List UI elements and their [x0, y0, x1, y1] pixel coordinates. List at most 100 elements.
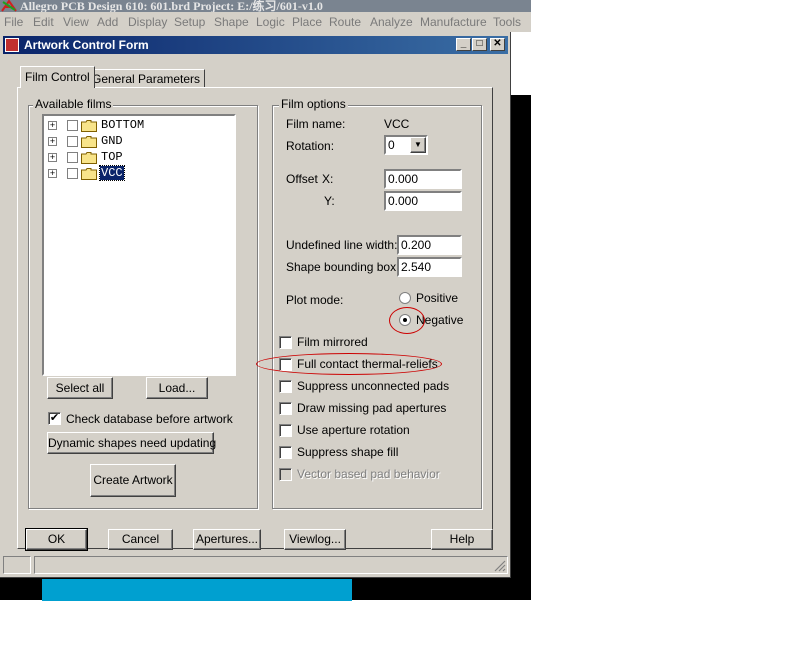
- check-database-checkbox[interactable]: ✔: [48, 412, 61, 425]
- help-button[interactable]: Help: [431, 529, 493, 550]
- tree-item-label-selected: VCC: [99, 165, 125, 181]
- tree-checkbox[interactable]: [67, 136, 78, 147]
- menu-manufacture[interactable]: Manufacture: [420, 15, 487, 29]
- positive-radio[interactable]: [399, 292, 411, 304]
- dialog-title-bar[interactable]: Artwork Control Form _ □ ✕: [3, 36, 508, 54]
- use-aperture-rotation-checkbox[interactable]: [279, 424, 292, 437]
- films-tree[interactable]: + BOTTOM + GND + TOP + VCC: [42, 114, 236, 376]
- resize-grip-icon[interactable]: [494, 560, 506, 572]
- menu-tools[interactable]: Tools: [493, 15, 521, 29]
- select-all-button[interactable]: Select all: [47, 377, 113, 399]
- menu-display[interactable]: Display: [128, 15, 167, 29]
- tab-film-control[interactable]: Film Control: [20, 66, 95, 88]
- draw-missing-pad-apertures-checkbox[interactable]: [279, 402, 292, 415]
- suppress-unconnected-pads-label: Suppress unconnected pads: [297, 379, 450, 393]
- undefined-line-width-input[interactable]: [397, 235, 462, 255]
- offset-label: Offset: [286, 172, 318, 186]
- shape-bounding-box-input[interactable]: [397, 257, 462, 277]
- canvas-right-strip: [511, 95, 531, 600]
- menu-analyze[interactable]: Analyze: [370, 15, 413, 29]
- undefined-line-width-label: Undefined line width:: [286, 238, 398, 252]
- suppress-shape-fill-label: Suppress shape fill: [297, 445, 399, 459]
- full-contact-thermal-reliefs-label: Full contact thermal-reliefs: [297, 357, 438, 371]
- menu-place[interactable]: Place: [292, 15, 322, 29]
- negative-label: Negative: [416, 313, 464, 327]
- status-panel-main: [34, 556, 508, 574]
- expand-icon[interactable]: +: [48, 137, 57, 146]
- canvas-shape-area: [42, 579, 352, 601]
- offset-y-label: Y:: [324, 194, 335, 208]
- full-contact-thermal-reliefs-checkbox[interactable]: [279, 358, 292, 371]
- dialog-title: Artwork Control Form: [24, 38, 149, 52]
- cancel-button[interactable]: Cancel: [108, 529, 173, 550]
- suppress-shape-fill-checkbox[interactable]: [279, 446, 292, 459]
- expand-icon[interactable]: +: [48, 169, 57, 178]
- dropdown-arrow-icon[interactable]: ▼: [410, 137, 426, 153]
- film-mirrored-checkbox[interactable]: [279, 336, 292, 349]
- tree-item-top[interactable]: + TOP: [48, 150, 228, 166]
- minimize-icon[interactable]: _: [456, 38, 471, 51]
- folder-icon: [81, 152, 97, 164]
- folder-icon: [81, 136, 97, 148]
- tree-item-vcc[interactable]: + VCC: [48, 165, 228, 182]
- close-icon[interactable]: ✕: [490, 38, 505, 51]
- rotation-select[interactable]: 0 ▼: [384, 135, 428, 155]
- status-panel-left: [3, 556, 31, 574]
- tree-item-label: GND: [101, 134, 123, 148]
- use-aperture-rotation-label: Use aperture rotation: [297, 423, 410, 437]
- folder-icon: [81, 120, 97, 132]
- offset-x-input[interactable]: [384, 169, 462, 189]
- film-name-label: Film name:: [286, 117, 346, 131]
- tree-checkbox[interactable]: [67, 120, 78, 131]
- check-database-label: Check database before artwork: [66, 412, 233, 426]
- suppress-unconnected-pads-checkbox[interactable]: [279, 380, 292, 393]
- offset-y-input[interactable]: [384, 191, 462, 211]
- menu-shape[interactable]: Shape: [214, 15, 249, 29]
- film-options-label: Film options: [279, 97, 348, 111]
- rotation-label: Rotation:: [286, 139, 335, 153]
- negative-radio[interactable]: [399, 314, 411, 326]
- expand-icon[interactable]: +: [48, 121, 57, 130]
- positive-label: Positive: [416, 291, 459, 305]
- menu-add[interactable]: Add: [97, 15, 118, 29]
- menu-setup[interactable]: Setup: [174, 15, 205, 29]
- draw-missing-pad-apertures-label: Draw missing pad apertures: [297, 401, 447, 415]
- load-button[interactable]: Load...: [146, 377, 208, 399]
- app-title: Allegro PCB Design 610: 601.brd Project:…: [20, 0, 323, 12]
- tree-item-bottom[interactable]: + BOTTOM: [48, 118, 228, 134]
- menu-logic[interactable]: Logic: [256, 15, 285, 29]
- tree-item-gnd[interactable]: + GND: [48, 134, 228, 150]
- viewlog-button[interactable]: Viewlog...: [284, 529, 346, 550]
- ok-button[interactable]: OK: [25, 528, 88, 551]
- film-mirrored-label: Film mirrored: [297, 335, 368, 349]
- vector-based-pad-behavior-label: Vector based pad behavior: [297, 467, 440, 481]
- create-artwork-button[interactable]: Create Artwork: [90, 464, 176, 497]
- app-title-bar: Allegro PCB Design 610: 601.brd Project:…: [0, 0, 531, 12]
- folder-icon: [81, 168, 97, 180]
- tree-checkbox[interactable]: [67, 152, 78, 163]
- available-films-label: Available films: [33, 97, 114, 111]
- vector-based-pad-behavior-checkbox: [279, 468, 292, 481]
- apertures-button[interactable]: Apertures...: [193, 529, 261, 550]
- offset-x-label: X:: [322, 172, 334, 186]
- rotation-value: 0: [388, 138, 395, 152]
- menu-file[interactable]: File: [4, 15, 23, 29]
- plot-mode-label: Plot mode:: [286, 293, 344, 307]
- radio-dot: [403, 318, 407, 322]
- tab-general-parameters[interactable]: General Parameters: [87, 69, 206, 87]
- allegro-logo-icon: [1, 0, 17, 12]
- menu-view[interactable]: View: [63, 15, 89, 29]
- menu-route[interactable]: Route: [329, 15, 361, 29]
- status-bar: [3, 556, 508, 576]
- film-name-value: VCC: [384, 117, 410, 131]
- menu-edit[interactable]: Edit: [33, 15, 54, 29]
- tree-checkbox[interactable]: [67, 168, 78, 179]
- menu-bar: File Edit View Add Display Setup Shape L…: [0, 12, 531, 32]
- tree-item-label: TOP: [101, 150, 123, 164]
- dialog-icon: [5, 38, 19, 52]
- maximize-icon[interactable]: □: [472, 38, 487, 51]
- shape-bounding-box-label: Shape bounding box:: [286, 260, 400, 274]
- tree-item-label: BOTTOM: [101, 118, 145, 132]
- expand-icon[interactable]: +: [48, 153, 57, 162]
- dynamic-shapes-button[interactable]: Dynamic shapes need updating: [47, 432, 216, 454]
